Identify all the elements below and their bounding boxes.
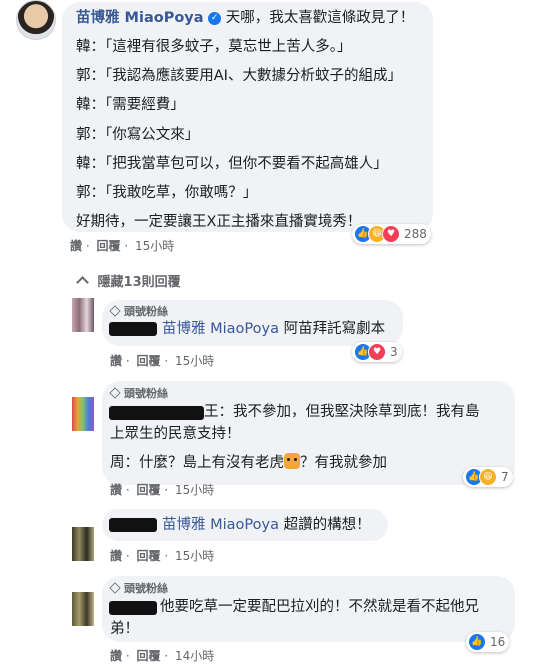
main-comment-line-2: 郭：「我認為應該要用AI、大數據分析蚊子的組成」 [76, 68, 402, 84]
reaction-count: 288 [404, 227, 427, 241]
haha-reaction-icon: 😆 [479, 468, 497, 486]
reply-1-reactions[interactable]: 👍 ♥ 3 [352, 342, 402, 362]
main-reactions[interactable]: 👍 😆 ♥ 288 [352, 224, 431, 244]
like-link[interactable]: 讚 [110, 354, 122, 368]
hide-replies-link[interactable]: 隱藏13則回覆 [76, 271, 181, 290]
separator: · [164, 354, 169, 368]
separator: · [85, 239, 90, 253]
separator: · [164, 483, 169, 497]
fan-badge-label: 頭號粉絲 [124, 305, 168, 318]
reply-link[interactable]: 回覆 [137, 483, 161, 497]
separator: · [125, 649, 130, 663]
reply-3-body: 超讚的構想！ [283, 517, 371, 533]
reply-2-line-2: 周：什麼？島上有沒有老虎 ？有我就參加 [110, 453, 387, 472]
chevron-up-icon [76, 276, 89, 289]
timestamp[interactable]: 14小時 [175, 649, 214, 663]
love-reaction-icon: ♥ [382, 225, 400, 243]
reply-4-actions: 讚 · 回覆 · 14小時 [110, 647, 217, 664]
reply-2-line-3-text: ？有我就參加 [300, 455, 387, 471]
reply-2-reactions[interactable]: 👍 😆 7 [463, 467, 513, 487]
reaction-count: 3 [390, 345, 398, 359]
main-avatar[interactable] [16, 0, 56, 40]
like-link[interactable]: 讚 [110, 483, 122, 497]
reply-1-text: 苗博雅 MiaoPoya 阿苗拜託寫劇本 [162, 320, 385, 338]
separator: · [125, 549, 130, 563]
like-reaction-icon: 👍 [468, 633, 486, 651]
redacted-name [109, 406, 204, 420]
fan-badge-label: 頭號粉絲 [124, 582, 168, 595]
diamond-icon [109, 582, 121, 594]
reply-2-actions: 讚 · 回覆 · 15小時 [110, 481, 217, 498]
main-comment-actions: 讚 · 回覆 · 15小時 [70, 237, 177, 254]
reply-1-actions: 讚 · 回覆 · 15小時 [110, 352, 217, 369]
timestamp[interactable]: 15小時 [135, 239, 174, 253]
diamond-icon [109, 305, 121, 317]
main-comment-line-5: 韓：「把我當草包可以，但你不要看不起高雄人」 [76, 156, 388, 172]
verified-badge-icon: ✓ [208, 11, 222, 25]
hide-replies-label: 隱藏13則回覆 [97, 275, 181, 290]
reply-4-avatar[interactable] [72, 592, 94, 626]
reply-3-avatar[interactable] [72, 527, 94, 561]
reaction-count: 7 [501, 470, 509, 484]
reply-4-fan-badge: 頭號粉絲 [109, 580, 168, 596]
reply-link[interactable]: 回覆 [137, 549, 161, 563]
reply-3-text: 苗博雅 MiaoPoya 超讚的構想！ [162, 516, 371, 534]
reply-2-avatar[interactable] [72, 397, 94, 431]
like-link[interactable]: 讚 [70, 239, 82, 253]
tiger-emoji-icon [284, 453, 300, 469]
timestamp[interactable]: 15小時 [175, 483, 214, 497]
redacted-name [109, 322, 157, 336]
redacted-name [109, 601, 157, 615]
reply-1-fan-badge: 頭號粉絲 [109, 303, 168, 319]
main-comment-author[interactable]: 苗博雅 MiaoPoya [76, 10, 204, 26]
timestamp[interactable]: 15小時 [175, 354, 214, 368]
like-link[interactable]: 讚 [110, 549, 122, 563]
reply-1-avatar[interactable] [72, 298, 94, 332]
redacted-name [109, 518, 157, 532]
separator: · [164, 649, 169, 663]
main-comment-line-1: 韓：「這裡有很多蚊子，莫忘世上苦人多。」 [76, 39, 352, 55]
reply-link[interactable]: 回覆 [137, 354, 161, 368]
reply-2-line-1: 上眾生的民意支持！ [110, 426, 241, 442]
reply-4-line-0: 他要吃草一定要配巴拉刈的！不然就是看不起他兄 [160, 599, 479, 615]
separator: · [125, 354, 130, 368]
fan-badge-label: 頭號粉絲 [124, 387, 168, 400]
reply-link[interactable]: 回覆 [97, 239, 121, 253]
mention-tag[interactable]: 苗博雅 MiaoPoya [162, 321, 279, 337]
reply-4-line-1: 弟！ [110, 621, 139, 637]
main-comment-line-6: 郭：「我敢吃草，你敢嗎？」 [76, 185, 258, 201]
separator: · [124, 239, 129, 253]
reply-2-line-2-text: 周：什麼？島上有沒有老虎 [110, 455, 284, 471]
reaction-count: 16 [490, 635, 506, 649]
separator: · [164, 549, 169, 563]
reply-link[interactable]: 回覆 [137, 649, 161, 663]
main-comment-first-line: 苗博雅 MiaoPoya ✓ 天哪，我太喜歡這條政見了！ [76, 9, 414, 27]
mention-tag[interactable]: 苗博雅 MiaoPoya [162, 517, 279, 533]
reply-2-line-0: 王：我不參加，但我堅決除草到底！我有島 [204, 404, 480, 420]
main-comment-line-7: 好期待，一定要讓王X正主播來直播實境秀！ [76, 214, 362, 230]
like-link[interactable]: 讚 [110, 649, 122, 663]
timestamp[interactable]: 15小時 [175, 549, 214, 563]
reply-1-body: 阿苗拜託寫劇本 [283, 321, 386, 337]
main-comment-line-4: 郭：「你寫公文來」 [76, 127, 200, 143]
diamond-icon [109, 387, 121, 399]
love-reaction-icon: ♥ [368, 343, 386, 361]
main-comment-line-3: 韓：「需要經費」 [76, 97, 185, 113]
main-comment-line-0: 天哪，我太喜歡這條政見了！ [225, 10, 415, 26]
reply-2-fan-badge: 頭號粉絲 [109, 385, 168, 401]
reply-3-actions: 讚 · 回覆 · 15小時 [110, 547, 217, 564]
separator: · [125, 483, 130, 497]
reply-4-reactions[interactable]: 👍 16 [466, 632, 510, 652]
